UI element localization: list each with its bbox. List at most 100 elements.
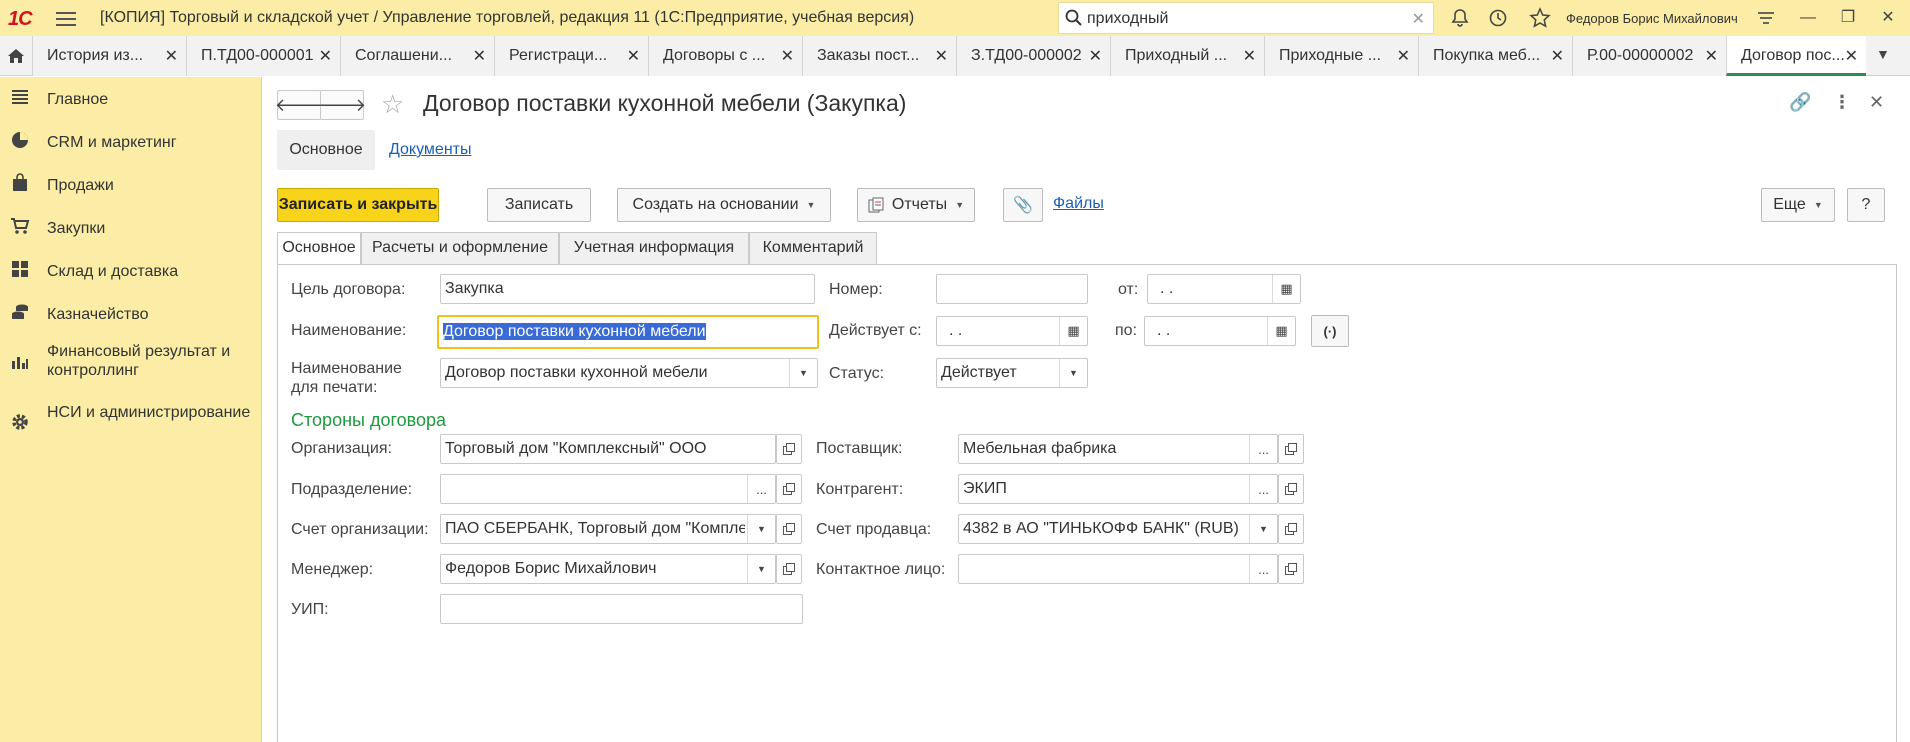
sidebar-item-sales[interactable]: Продажи xyxy=(0,163,262,203)
history-icon[interactable] xyxy=(1486,6,1510,30)
sidebar-item-crm[interactable]: CRM и маркетинг xyxy=(0,120,262,160)
restore-icon[interactable]: ❐ xyxy=(1834,6,1862,30)
save-and-close-button[interactable]: Записать и закрыть xyxy=(277,188,439,222)
files-link[interactable]: Файлы xyxy=(1053,195,1104,213)
chevron-down-icon[interactable]: ▼ xyxy=(1059,359,1087,387)
seller-account-field[interactable]: 4382 в АО "ТИНЬКОФФ БАНК" (RUB) ▼ xyxy=(958,514,1278,544)
close-tab-icon[interactable]: ✕ xyxy=(1705,46,1718,66)
bell-icon[interactable] xyxy=(1448,6,1472,30)
link-icon[interactable]: 🔗 xyxy=(1789,92,1811,113)
sidebar-item-financial-result[interactable]: Финансовый результат и контроллинг xyxy=(0,335,262,385)
close-tab-icon[interactable]: ✕ xyxy=(165,46,178,66)
current-user[interactable]: Федоров Борис Михайлович xyxy=(1566,11,1738,26)
home-icon[interactable] xyxy=(0,36,32,76)
organization-field[interactable]: Торговый дом "Комплексный" ООО xyxy=(440,434,776,464)
tab-item[interactable]: Покупка меб... ✕ xyxy=(1418,36,1572,76)
department-field[interactable]: ... xyxy=(440,474,776,504)
tab-item[interactable]: Р.00-00000002 ✕ xyxy=(1572,36,1726,76)
close-tab-icon[interactable]: ✕ xyxy=(1397,46,1410,66)
open-seller-account-button[interactable] xyxy=(1278,514,1304,544)
sidebar-item-admin[interactable]: НСИ и администрирование xyxy=(0,397,262,447)
open-organization-button[interactable] xyxy=(776,434,802,464)
supplier-field[interactable]: Мебельная фабрика... xyxy=(958,434,1278,464)
calendar-icon[interactable]: ▦ xyxy=(1059,317,1087,345)
close-window-icon[interactable]: ✕ xyxy=(1874,6,1902,30)
sidebar-item-treasury[interactable]: Казначейство xyxy=(0,292,262,332)
help-button[interactable]: ? xyxy=(1847,188,1885,222)
more-button[interactable]: Еще ▼ xyxy=(1761,188,1835,222)
number-field[interactable] xyxy=(936,274,1088,304)
reports-button[interactable]: Отчеты ▼ xyxy=(857,188,975,222)
close-tab-icon[interactable]: ✕ xyxy=(1845,46,1858,66)
period-presets-button[interactable]: (·) xyxy=(1311,315,1349,347)
sidebar-item-purchases[interactable]: Закупки xyxy=(0,206,262,246)
open-manager-button[interactable] xyxy=(776,554,802,584)
main-menu-icon[interactable] xyxy=(56,9,76,27)
chevron-down-icon[interactable]: ▼ xyxy=(1249,515,1277,543)
from-date-field[interactable]: . . ▦ xyxy=(1147,274,1301,304)
calendar-icon[interactable]: ▦ xyxy=(1267,317,1295,345)
chevron-down-icon[interactable]: ▼ xyxy=(747,515,775,543)
tab-item[interactable]: Приходные ... ✕ xyxy=(1264,36,1418,76)
more-vert-icon[interactable]: ⋮ xyxy=(1833,92,1851,113)
tab-item[interactable]: Договоры с ... ✕ xyxy=(648,36,802,76)
close-tab-icon[interactable]: ✕ xyxy=(1551,46,1564,66)
chevron-down-icon[interactable]: ▼ xyxy=(747,555,775,583)
favorite-star-icon[interactable]: ☆ xyxy=(381,89,404,120)
close-form-icon[interactable]: ✕ xyxy=(1869,92,1884,113)
open-org-account-button[interactable] xyxy=(776,514,802,544)
open-department-button[interactable] xyxy=(776,474,802,504)
tab-comment[interactable]: Комментарий xyxy=(749,232,877,264)
open-supplier-button[interactable] xyxy=(1278,434,1304,464)
org-account-field[interactable]: ПАО СБЕРБАНК, Торговый дом "Комплексный"… xyxy=(440,514,776,544)
section-tab-main[interactable]: Основное xyxy=(277,130,375,170)
1c-logo[interactable]: 1С xyxy=(8,8,33,31)
contact-field[interactable]: ... xyxy=(958,554,1278,584)
name-field[interactable]: Договор поставки кухонной мебели xyxy=(437,315,819,349)
minimize-icon[interactable]: — xyxy=(1794,6,1822,30)
sidebar-item-main[interactable]: Главное xyxy=(0,77,262,117)
counterparty-field[interactable]: ЭКИП... xyxy=(958,474,1278,504)
tab-item[interactable]: З.ТД00-000002 ✕ xyxy=(956,36,1110,76)
close-tab-icon[interactable]: ✕ xyxy=(935,46,948,66)
tabs-overflow-icon[interactable]: ▼ xyxy=(1876,46,1890,62)
clear-search-icon[interactable]: ✕ xyxy=(1412,9,1425,29)
print-name-field[interactable]: Договор поставки кухонной мебели ▼ xyxy=(440,358,818,388)
open-contact-button[interactable] xyxy=(1278,554,1304,584)
tab-settlements[interactable]: Расчеты и оформление xyxy=(361,232,559,264)
close-tab-icon[interactable]: ✕ xyxy=(473,46,486,66)
search-field[interactable]: приходный ✕ xyxy=(1058,2,1434,34)
close-tab-icon[interactable]: ✕ xyxy=(319,46,332,66)
search-input[interactable]: приходный xyxy=(1087,10,1168,28)
tab-item[interactable]: История из... ✕ xyxy=(32,36,186,76)
manager-field[interactable]: Федоров Борис Михайлович ▼ xyxy=(440,554,776,584)
sidebar-item-warehouse[interactable]: Склад и доставка xyxy=(0,249,262,289)
save-button[interactable]: Записать xyxy=(487,188,591,222)
select-ellipsis-button[interactable]: ... xyxy=(1249,555,1277,583)
to-date-field[interactable]: . . ▦ xyxy=(1144,316,1296,346)
select-ellipsis-button[interactable]: ... xyxy=(747,475,775,503)
tab-item[interactable]: Соглашени... ✕ xyxy=(340,36,494,76)
close-tab-icon[interactable]: ✕ xyxy=(781,46,794,66)
tab-accounting-info[interactable]: Учетная информация xyxy=(559,232,749,264)
calendar-icon[interactable]: ▦ xyxy=(1272,275,1300,303)
forward-button[interactable]: 🡒 xyxy=(318,90,366,120)
close-tab-icon[interactable]: ✕ xyxy=(627,46,640,66)
settings-lines-icon[interactable] xyxy=(1754,6,1778,30)
tab-item[interactable]: Заказы пост... ✕ xyxy=(802,36,956,76)
status-field[interactable]: Действует ▼ xyxy=(936,358,1088,388)
tab-item[interactable]: Регистраци... ✕ xyxy=(494,36,648,76)
open-counterparty-button[interactable] xyxy=(1278,474,1304,504)
uip-field[interactable] xyxy=(440,594,803,624)
tab-item[interactable]: П.ТД00-000001 ✕ xyxy=(186,36,340,76)
close-tab-icon[interactable]: ✕ xyxy=(1243,46,1256,66)
tab-item-active[interactable]: Договор пос... ✕ xyxy=(1726,36,1866,76)
tab-item[interactable]: Приходный ... ✕ xyxy=(1110,36,1264,76)
select-ellipsis-button[interactable]: ... xyxy=(1249,475,1277,503)
section-tab-documents[interactable]: Документы xyxy=(389,130,471,170)
valid-from-field[interactable]: . . ▦ xyxy=(936,316,1088,346)
attach-paperclip-button[interactable]: 📎 xyxy=(1003,188,1043,222)
back-button[interactable]: 🡐 xyxy=(275,90,323,120)
chevron-down-icon[interactable]: ▼ xyxy=(789,359,817,387)
purpose-field[interactable]: Закупка xyxy=(440,274,815,304)
